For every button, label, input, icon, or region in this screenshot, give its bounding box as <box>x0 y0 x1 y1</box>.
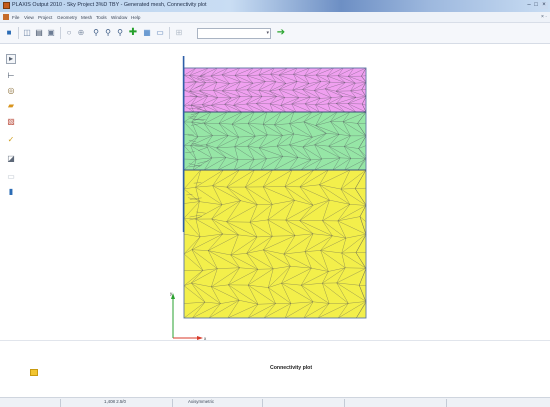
close-button[interactable]: × <box>540 2 548 9</box>
plot-selector-combo[interactable]: ▾ <box>197 28 271 39</box>
table-icon[interactable]: ▦ <box>142 28 152 38</box>
cross-section-icon[interactable]: ⊢ <box>6 71 16 81</box>
status-divider <box>60 399 61 407</box>
new-window-icon[interactable]: ■ <box>4 28 14 38</box>
menu-view[interactable]: View <box>24 15 34 20</box>
open-icon[interactable]: ◫ <box>22 28 32 38</box>
app-logo-icon <box>3 2 10 9</box>
status-divider <box>172 399 173 407</box>
material-icon[interactable]: ▰ <box>6 101 16 111</box>
hide-icon[interactable]: ▭ <box>6 172 16 182</box>
menu-file[interactable]: File <box>12 15 19 20</box>
menu-help[interactable]: Help <box>131 15 140 20</box>
zoom-in-icon[interactable]: ⚲ <box>91 28 101 38</box>
toolbar-separator <box>169 27 170 39</box>
move-icon[interactable]: ⊕ <box>76 28 86 38</box>
menu-project[interactable]: Project <box>38 15 52 20</box>
mdi-close-button[interactable]: × · <box>541 14 547 20</box>
go-arrow-icon[interactable]: ➔ <box>276 28 286 38</box>
maximize-button[interactable]: □ <box>533 2 539 9</box>
window-title: PLAXIS Output 2010 - Sky Project 3%D TBY… <box>12 2 207 8</box>
info-panel: Connectivity plot <box>0 341 550 397</box>
scale-tool-icon[interactable]: ◪ <box>6 154 16 164</box>
minimize-button[interactable]: – <box>526 2 532 9</box>
toolbar-separator <box>18 27 19 39</box>
toolbar-separator <box>60 27 61 39</box>
plot-title: Connectivity plot <box>270 365 313 371</box>
menu-window[interactable]: Window <box>111 15 127 20</box>
toolbar: ■ ◫ ▤ ▣ ○ ⊕ ⚲ ⚲ ⚲ ✚ ▦ ▭ ⊞ ▾ ➔ <box>0 23 550 44</box>
status-coords: 1,408 2.5/0 <box>104 399 126 404</box>
status-bar: 1,408 2.5/0 Axisymmetric <box>0 397 550 407</box>
zoom-area-icon[interactable]: ⚲ <box>115 28 125 38</box>
pan-icon[interactable]: ✚ <box>128 28 138 38</box>
select-icon[interactable]: ▸ <box>6 54 16 64</box>
menu-bar: File View Project Geometry Mesh Tools Wi… <box>0 12 550 23</box>
legend-icon[interactable]: ▭ <box>155 28 165 38</box>
chevron-down-icon: ▾ <box>266 30 269 36</box>
legend-swatch <box>30 369 38 376</box>
status-divider <box>262 399 263 407</box>
scale-icon[interactable]: ⊞ <box>174 28 184 38</box>
mesh-plot: y x <box>170 56 367 340</box>
node-icon[interactable]: ▧ <box>6 117 16 127</box>
menu-tools[interactable]: Tools <box>96 15 107 20</box>
info-icon[interactable]: ▮ <box>6 187 16 197</box>
status-divider <box>344 399 345 407</box>
zoom-out-icon[interactable]: ⚲ <box>103 28 113 38</box>
menu-mesh[interactable]: Mesh <box>81 15 92 20</box>
check-icon[interactable]: ✓ <box>6 135 16 145</box>
status-divider <box>446 399 447 407</box>
menu-geometry[interactable]: Geometry <box>57 15 77 20</box>
status-mode: Axisymmetric <box>188 399 215 404</box>
copy-icon[interactable]: ▣ <box>46 28 56 38</box>
print-icon[interactable]: ▤ <box>34 28 44 38</box>
model-view[interactable]: y x <box>28 44 550 340</box>
curve-point-icon[interactable]: ◎ <box>6 86 16 96</box>
title-bar: PLAXIS Output 2010 - Sky Project 3%D TBY… <box>0 0 550 12</box>
reset-view-icon[interactable]: ○ <box>64 28 74 38</box>
document-icon <box>3 14 9 20</box>
